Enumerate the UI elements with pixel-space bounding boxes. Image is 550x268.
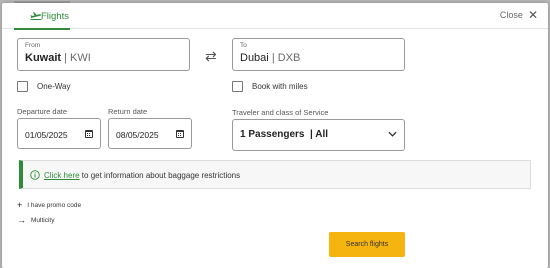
book-with-miles-checkbox-box[interactable] — [232, 81, 243, 92]
baggage-info-text: Click here to get information about bagg… — [44, 171, 240, 180]
close-button[interactable]: Close ✕ — [499, 9, 538, 21]
departure-date-field[interactable]: 01/05/2025 — [17, 118, 101, 149]
panel-header: Flights Close ✕ — [2, 3, 548, 30]
book-with-miles-checkbox[interactable]: Book with miles — [232, 81, 308, 92]
traveler-class-select[interactable]: 1 Passengers | All — [232, 119, 405, 151]
tab-flights-label: Flights — [41, 11, 69, 22]
multicity-link[interactable]: → Multicity — [17, 215, 54, 225]
one-way-checkbox[interactable]: One-Way — [17, 81, 71, 92]
baggage-info-link[interactable]: Click here — [44, 171, 80, 180]
to-value: Dubai | DXB — [240, 52, 300, 64]
info-icon — [30, 170, 40, 180]
multicity-label: Multicity — [31, 216, 55, 224]
flight-search-panel: Flights Close ✕ From Kuwait | KWI ⇄ To D… — [2, 3, 548, 268]
from-field[interactable]: From Kuwait | KWI — [17, 38, 190, 71]
traveler-class-label: Traveler and class of Service — [232, 108, 329, 117]
departure-date-label: Departure date — [17, 107, 68, 116]
close-label: Close — [499, 10, 523, 20]
to-field[interactable]: To Dubai | DXB — [232, 38, 405, 71]
from-value: Kuwait | KWI — [25, 52, 91, 64]
from-city: Kuwait — [25, 52, 62, 64]
close-icon[interactable]: ✕ — [528, 9, 538, 21]
baggage-info-banner: Click here to get information about bagg… — [19, 160, 531, 189]
one-way-label: One-Way — [37, 82, 71, 91]
traveler-class-value: 1 Passengers | All — [240, 129, 329, 140]
tab-flights[interactable]: Flights — [14, 3, 70, 30]
return-date-field[interactable]: 08/05/2025 — [108, 118, 192, 149]
search-flights-label: Search flights — [345, 241, 389, 248]
from-separator: | — [64, 52, 67, 64]
return-date-label: Return date — [108, 107, 148, 116]
departure-date-value: 01/05/2025 — [25, 130, 68, 140]
to-city: Dubai — [240, 52, 269, 64]
chevron-down-icon[interactable] — [388, 131, 397, 137]
one-way-checkbox-box[interactable] — [17, 81, 28, 92]
to-caption: To — [240, 42, 247, 49]
book-with-miles-label: Book with miles — [252, 82, 308, 91]
calendar-icon[interactable] — [85, 129, 93, 138]
promo-code-link[interactable]: + I have promo code — [17, 200, 81, 210]
to-separator: | — [271, 52, 275, 64]
swap-arrows-icon[interactable]: ⇄ — [205, 48, 217, 65]
promo-code-label: I have promo code — [27, 201, 82, 209]
plus-icon: + — [17, 200, 23, 210]
from-code: KWI — [70, 52, 91, 64]
from-caption: From — [25, 42, 41, 49]
calendar-icon[interactable] — [176, 129, 184, 138]
to-code: DXB — [277, 52, 301, 64]
arrow-right-icon: → — [17, 215, 26, 225]
return-date-value: 08/05/2025 — [116, 130, 159, 140]
baggage-info-message: to get information about baggage restric… — [79, 171, 241, 180]
search-flights-button[interactable]: Search flights — [329, 232, 405, 257]
